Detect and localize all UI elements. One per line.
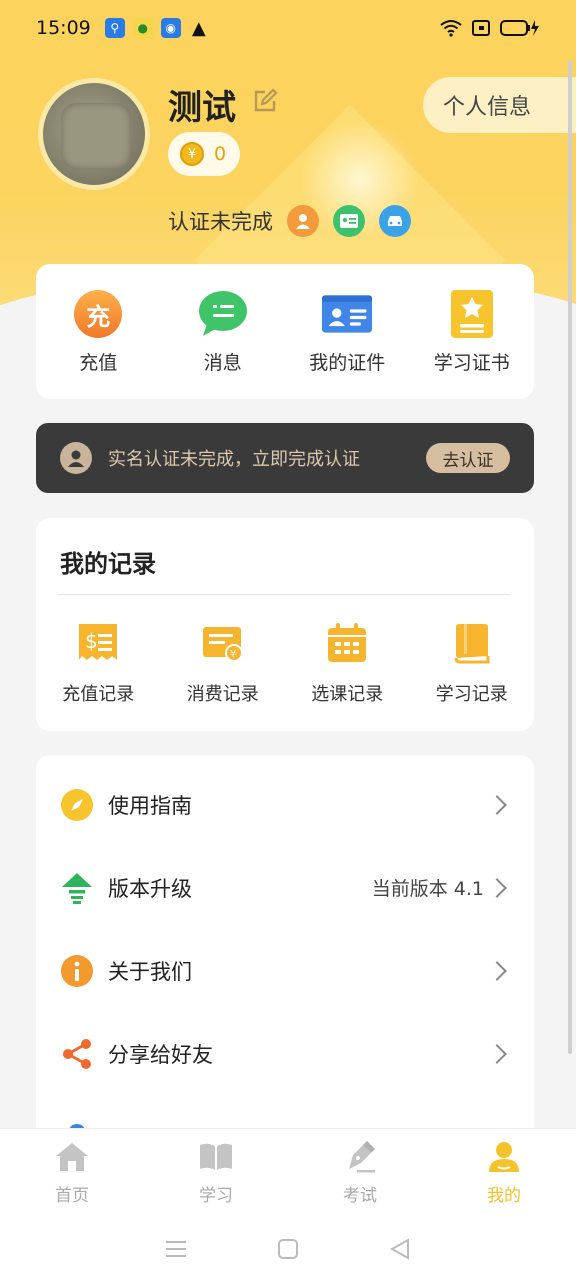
avatar[interactable] [38, 78, 150, 190]
tab-label: 首页 [55, 1186, 89, 1206]
quick-actions-card: 充 充值 消息 我的证件 学习证书 [36, 264, 534, 399]
record-label: 学习记录 [435, 684, 508, 705]
quick-message[interactable]: 消息 [161, 264, 286, 399]
records-card: 我的记录 $ 充值记录 ¥ 消费记录 选课记录 学习记录 [36, 518, 534, 731]
car-cert-icon[interactable] [379, 205, 411, 237]
tab-label: 考试 [343, 1186, 377, 1206]
chevron-right-icon [487, 1043, 507, 1064]
tab-home[interactable]: 首页 [0, 1129, 144, 1218]
wifi-icon [440, 20, 462, 37]
back-nav-icon[interactable] [389, 1238, 411, 1260]
upgrade-icon [60, 871, 94, 905]
personal-info-button[interactable]: 个人信息 [423, 77, 576, 133]
certificate-icon [446, 290, 498, 338]
recharge-record-icon: $ [75, 620, 121, 666]
quick-action-label: 消息 [203, 352, 242, 374]
system-nav-bar [0, 1218, 576, 1280]
menu-item-share[interactable]: 分享给好友 [36, 1012, 534, 1095]
status-time: 15:09 [36, 17, 91, 39]
quick-my-id[interactable]: 我的证件 [285, 264, 410, 399]
study-record-icon [449, 620, 495, 666]
record-label: 选课记录 [311, 684, 384, 705]
record-label: 消费记录 [186, 684, 259, 705]
study-record[interactable]: 学习记录 [410, 620, 535, 706]
menu-item-about[interactable]: 关于我们 [36, 929, 534, 1012]
coin-balance[interactable]: ¥ 0 [168, 132, 240, 176]
menu-label: 关于我们 [108, 959, 192, 984]
record-label: 充值记录 [62, 684, 135, 705]
current-version: 当前版本 4.1 [371, 878, 484, 900]
tab-study[interactable]: 学习 [144, 1129, 288, 1218]
tab-label: 学习 [199, 1186, 233, 1206]
course-record-icon [324, 620, 370, 666]
svg-text:¥: ¥ [230, 649, 236, 660]
coin-icon: ¥ [180, 142, 204, 166]
quick-action-label: 我的证件 [309, 352, 386, 374]
tab-exam[interactable]: 考试 [288, 1129, 432, 1218]
consume-record[interactable]: ¥ 消费记录 [161, 620, 286, 706]
user-icon [486, 1139, 522, 1175]
menu-item-guide[interactable]: 使用指南 [36, 763, 534, 846]
home-nav-icon[interactable] [277, 1238, 299, 1260]
chevron-right-icon [487, 960, 507, 981]
go-verify-button[interactable]: 去认证 [426, 443, 510, 473]
message-icon [197, 290, 249, 338]
settings-menu: 使用指南 版本升级 当前版本 4.1 关于我们 分享给好友 [36, 755, 534, 1175]
edit-icon[interactable] [252, 86, 280, 114]
compass-icon [60, 788, 94, 822]
divider [58, 594, 510, 595]
banner-text: 实名认证未完成，立即完成认证 [108, 449, 360, 470]
recharge-record[interactable]: $ 充值记录 [36, 620, 161, 706]
info-icon [60, 954, 94, 988]
scrollbar[interactable] [568, 60, 572, 1054]
quick-action-label: 充值 [79, 352, 118, 374]
coin-count: 0 [214, 143, 227, 165]
bottom-tab-bar: 首页 学习 考试 我的 [0, 1128, 576, 1218]
records-title: 我的记录 [60, 550, 156, 578]
home-icon [54, 1139, 90, 1175]
svg-text:$: $ [85, 629, 98, 653]
recharge-icon: 充 [72, 290, 124, 338]
quick-certificate[interactable]: 学习证书 [410, 264, 535, 399]
id-card-icon [321, 290, 373, 338]
warning-icon: ▲ [191, 17, 206, 39]
consume-record-icon: ¥ [200, 620, 246, 666]
tab-label: 我的 [487, 1186, 521, 1206]
book-icon [198, 1139, 234, 1175]
status-bar: 15:09 ⚲ ● ◉ ▲ [0, 0, 576, 56]
exam-pen-icon [342, 1139, 378, 1175]
banner-person-icon [60, 442, 92, 474]
quick-action-label: 学习证书 [433, 352, 510, 374]
certification-row: 认证未完成 [168, 205, 425, 237]
menu-label: 使用指南 [108, 793, 192, 818]
course-record[interactable]: 选课记录 [285, 620, 410, 706]
chevron-right-icon [487, 877, 507, 898]
battery-icon [500, 20, 539, 36]
username: 测试 [168, 88, 236, 128]
chevron-right-icon [487, 794, 507, 815]
verification-banner[interactable]: 实名认证未完成，立即完成认证 去认证 [36, 423, 534, 493]
menu-label: 版本升级 [108, 876, 192, 901]
sim-icon [472, 20, 490, 36]
share-icon [60, 1037, 94, 1071]
menu-label: 分享给好友 [108, 1042, 213, 1067]
certification-status: 认证未完成 [168, 210, 273, 234]
person-cert-icon[interactable] [287, 205, 319, 237]
quick-recharge[interactable]: 充 充值 [36, 264, 161, 399]
tab-mine[interactable]: 我的 [432, 1129, 576, 1218]
id-cert-icon[interactable] [333, 205, 365, 237]
hotspot-icon: ◉ [160, 18, 181, 38]
menu-item-upgrade[interactable]: 版本升级 当前版本 4.1 [36, 846, 534, 929]
usb-icon: ⚲ [104, 18, 125, 38]
menu-nav-icon[interactable] [165, 1239, 187, 1259]
app-notification-icon: ● [132, 18, 153, 38]
